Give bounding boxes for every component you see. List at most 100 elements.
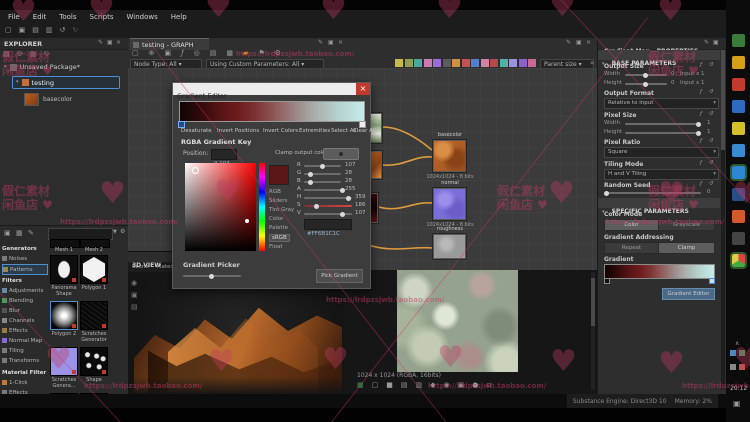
edit-icon[interactable]: ✎ [566, 40, 571, 46]
mode-color[interactable]: Color [269, 216, 283, 222]
library-edit-icon[interactable]: ✎ [28, 230, 34, 237]
dialog-titlebar[interactable]: Gradient Editor × [173, 83, 370, 100]
node-shortcut-icon[interactable] [490, 59, 498, 67]
expander-icon[interactable]: ▾ [16, 80, 19, 85]
tiling-icon[interactable]: ▥ [416, 382, 423, 389]
function-icon[interactable]: ƒ [700, 89, 702, 96]
reset-icon[interactable]: ↺ [709, 62, 714, 69]
tree-section-generators[interactable]: Generators [2, 244, 46, 253]
library-list-icon[interactable]: ▣ [4, 230, 11, 237]
color-mode-color-button[interactable]: Color [604, 219, 659, 231]
folder-icon[interactable]: ▰ [243, 50, 248, 57]
pixel-width-slider[interactable] [625, 121, 702, 127]
gradient-key-selected[interactable] [178, 121, 185, 128]
flag-icon[interactable]: ⚑ [258, 50, 264, 57]
scratches-generator2-thumbnail[interactable] [50, 347, 78, 376]
slider-thumb[interactable] [642, 81, 648, 87]
clamp-toggle-button[interactable] [323, 148, 359, 160]
invert-colors-button[interactable]: Invert Colors [263, 128, 298, 134]
taskbar-app-icon[interactable] [731, 144, 745, 157]
a-slider[interactable] [304, 187, 346, 193]
pixel-ratio-dropdown[interactable]: Square ▾ [604, 147, 719, 158]
node-shortcut-icon[interactable] [518, 59, 527, 67]
addressing-repeat-button[interactable]: Repeat [604, 242, 659, 254]
environment-icon[interactable]: ▤ [131, 304, 138, 311]
polygon1-thumbnail[interactable] [80, 255, 108, 284]
panorama-shape-thumbnail[interactable] [50, 255, 78, 284]
edit-icon[interactable]: ✎ [98, 40, 103, 46]
slider-thumb[interactable] [308, 179, 314, 185]
tree-item-effects[interactable]: Effects [2, 326, 46, 335]
histogram-icon[interactable]: ▣ [458, 382, 465, 389]
taskbar-app-icon[interactable] [731, 188, 745, 201]
gradient-strip[interactable] [179, 101, 365, 122]
mode-sliders[interactable]: Sliders [269, 198, 288, 204]
color-mode-grayscale-button[interactable]: Grayscale [658, 219, 715, 231]
tree-item-channels[interactable]: Channels [2, 316, 46, 325]
mode-rgb[interactable]: RGB [269, 189, 281, 195]
save-all-icon[interactable]: ▥ [46, 27, 53, 34]
width-slider[interactable] [625, 72, 667, 78]
float-icon[interactable]: ▣ [713, 40, 719, 46]
height-mode[interactable]: Input x 1 [680, 80, 705, 86]
save-package-icon[interactable]: ▤ [3, 51, 10, 58]
node-shortcut-icon[interactable] [471, 59, 479, 67]
slider-thumb[interactable] [696, 130, 702, 136]
height-slider[interactable] [625, 81, 667, 87]
node-shortcut-icon[interactable] [499, 59, 508, 67]
slider-thumb[interactable] [604, 190, 609, 196]
slider-thumb[interactable] [308, 171, 314, 177]
clear-all-button[interactable]: Clear All [353, 128, 376, 134]
menu-scene[interactable]: Scene [132, 264, 149, 270]
settings-icon[interactable]: ⚙ [17, 51, 23, 58]
tree-item-tiling[interactable]: Tiling [2, 346, 46, 355]
mode-float[interactable]: Float [269, 244, 283, 250]
tree-item-transforms[interactable]: Transforms [2, 356, 46, 365]
edit-icon[interactable]: ✎ [704, 40, 709, 46]
view3d-viewport[interactable]: ◉ ▣ ▤ [128, 272, 345, 395]
undo-icon[interactable]: ↺ [60, 27, 66, 34]
taskbar-app-icon[interactable] [731, 100, 745, 113]
function-icon[interactable]: ƒ [700, 62, 702, 69]
position-field[interactable]: 0.104 [211, 149, 237, 167]
slider-thumb[interactable] [346, 195, 352, 201]
node-shortcut-icon[interactable] [395, 59, 403, 67]
output-format-dropdown[interactable]: Relative to input ▾ [604, 98, 719, 109]
node-shortcut-icon[interactable] [442, 59, 451, 67]
sv-cursor-dot[interactable] [245, 219, 249, 223]
gradient-key[interactable] [604, 278, 610, 284]
hex-field[interactable]: #FF6B1C1C [304, 219, 352, 237]
node-shortcut-icon[interactable] [423, 59, 432, 67]
tiling-mode-dropdown[interactable]: H and V Tiling ▾ [604, 169, 719, 180]
ruler-icon[interactable]: ◆ [430, 382, 435, 389]
reset-icon[interactable]: ↺ [709, 181, 714, 188]
refresh-icon[interactable]: ↻ [44, 51, 50, 58]
random-seed-slider[interactable] [604, 190, 701, 196]
taskbar-app-icon[interactable] [731, 78, 745, 91]
gradient-editor-button[interactable]: Gradient Editor [662, 288, 715, 300]
slider-thumb[interactable] [642, 72, 648, 78]
close-icon[interactable]: × [116, 40, 121, 46]
dialog-close-button[interactable]: × [356, 83, 370, 95]
filter-icon[interactable]: ▼ [113, 230, 117, 235]
node-shortcut-icon[interactable] [480, 59, 489, 67]
view2d-scrollbar[interactable] [591, 272, 595, 390]
pick-gradient-button[interactable]: Pick Gradient [316, 269, 363, 283]
reset-icon[interactable]: ↺ [709, 160, 714, 167]
tray-icons[interactable] [730, 350, 746, 376]
package-row[interactable]: ▾ Unsaved Package* [4, 63, 80, 71]
tree-item-blur[interactable]: Blur [2, 306, 46, 315]
node-shortcut-icon[interactable] [404, 59, 413, 67]
view-mode-icon[interactable]: ▦ [30, 51, 37, 58]
add-node-icon[interactable]: ⊕ [149, 50, 155, 57]
taskbar-folder-icon[interactable] [731, 56, 745, 69]
info-icon[interactable]: ● [472, 382, 478, 389]
select-icon[interactable]: ▢ [132, 50, 139, 57]
float-icon[interactable]: ▣ [328, 40, 334, 46]
gradient-key[interactable] [359, 121, 366, 128]
g-slider[interactable] [304, 171, 341, 177]
save-icon[interactable]: ▤ [32, 27, 39, 34]
scratches-generator-thumbnail[interactable] [80, 301, 108, 330]
slider-thumb[interactable] [696, 121, 702, 127]
s-slider[interactable] [304, 203, 352, 209]
